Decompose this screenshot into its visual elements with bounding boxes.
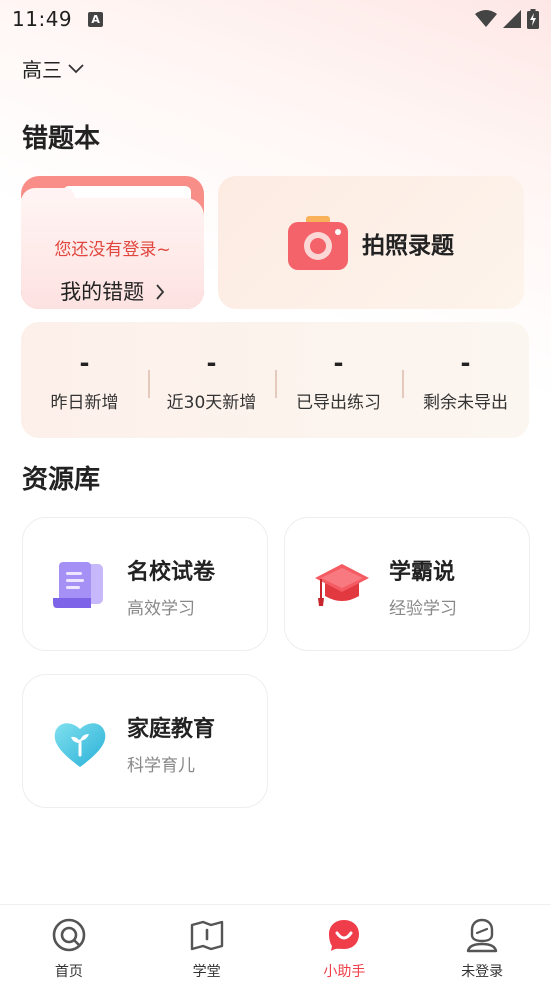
stat-value: - (79, 348, 90, 377)
stat-label: 已导出练习 (296, 392, 381, 413)
grade-label: 高三 (22, 58, 62, 82)
stat-value: - (333, 348, 344, 377)
camera-icon (288, 215, 348, 270)
nav-school[interactable]: 学堂 (138, 905, 276, 981)
stat-remaining[interactable]: - 剩余未导出 (402, 348, 529, 413)
book-icon (190, 920, 223, 951)
bottom-nav: 首页 学堂 小助手 未登录 (0, 904, 551, 981)
folder-decoration: 您还没有登录~ 我的错题 (21, 198, 204, 309)
notification-a-icon: A (88, 11, 104, 27)
chevron-down-icon (68, 63, 84, 73)
my-wrong-label: 我的错题 (60, 280, 145, 304)
battery-icon (527, 9, 539, 29)
resource-card-exam[interactable]: 名校试卷 高效学习 (22, 517, 268, 651)
nav-label: 首页 (54, 964, 83, 980)
login-hint: 您还没有登录~ (54, 240, 171, 260)
resource-subtitle: 高效学习 (127, 599, 195, 619)
stat-value: - (206, 348, 217, 377)
signal-icon (503, 10, 521, 28)
stat-label: 昨日新增 (50, 392, 119, 413)
user-icon (466, 918, 498, 953)
resource-subtitle: 经验学习 (389, 599, 457, 619)
status-bar: 11:49 A (0, 0, 551, 38)
graduation-cap-icon (315, 564, 369, 606)
wrong-book-title: 错题本 (22, 124, 101, 154)
wifi-icon (475, 10, 497, 27)
status-icons (475, 9, 539, 29)
home-icon (52, 918, 86, 952)
resource-title: 资源库 (22, 465, 101, 495)
resource-card-family[interactable]: 家庭教育 科学育儿 (22, 674, 268, 808)
nav-label: 学堂 (192, 964, 221, 980)
nav-profile[interactable]: 未登录 (413, 905, 551, 981)
resource-card-talk[interactable]: 学霸说 经验学习 (284, 517, 530, 651)
resource-title-label: 家庭教育 (127, 717, 216, 742)
nav-label: 小助手 (323, 964, 366, 980)
nav-label: 未登录 (461, 964, 504, 980)
assistant-icon (329, 920, 360, 951)
stat-value: - (460, 348, 471, 377)
photo-record-button[interactable]: 拍照录题 (218, 176, 524, 309)
stats-card: - 昨日新增 - 近30天新增 - 已导出练习 - 剩余未导出 (21, 322, 529, 438)
exam-paper-icon (53, 562, 103, 608)
stat-yesterday-new[interactable]: - 昨日新增 (21, 348, 148, 413)
my-wrong-link[interactable]: 我的错题 (21, 276, 204, 306)
nav-home[interactable]: 首页 (0, 905, 138, 981)
resource-title-label: 名校试卷 (127, 560, 216, 585)
resource-title-label: 学霸说 (389, 560, 456, 585)
chevron-right-icon (156, 284, 165, 300)
stat-label: 剩余未导出 (423, 392, 508, 413)
status-time: 11:49 (12, 7, 73, 31)
nav-assistant[interactable]: 小助手 (276, 905, 414, 981)
resource-subtitle: 科学育儿 (127, 756, 195, 776)
photo-record-label: 拍照录题 (362, 232, 454, 259)
grade-selector[interactable]: 高三 (22, 54, 84, 83)
stat-exported[interactable]: - 已导出练习 (275, 348, 402, 413)
my-wrong-card[interactable]: 您还没有登录~ 我的错题 (21, 176, 204, 309)
heart-sprout-icon (54, 723, 106, 767)
stat-label: 近30天新增 (166, 392, 257, 413)
stat-30-days-new[interactable]: - 近30天新增 (148, 348, 275, 413)
